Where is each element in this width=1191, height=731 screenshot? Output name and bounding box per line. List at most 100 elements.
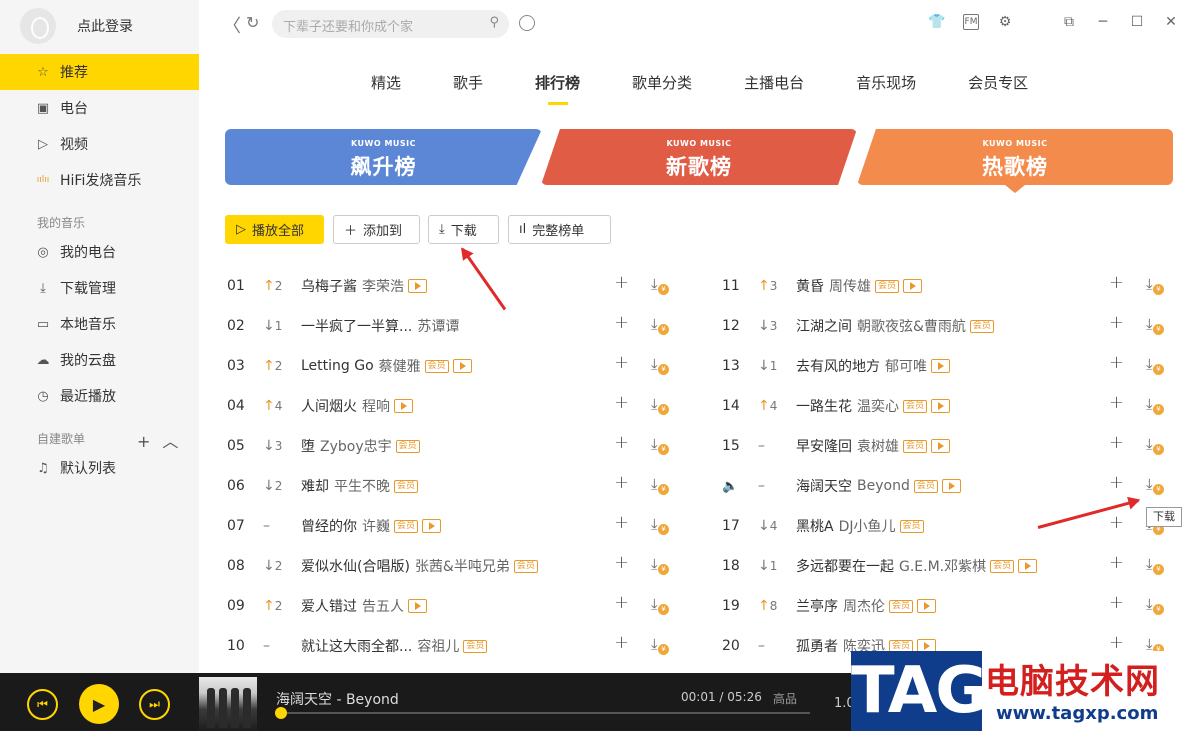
add-song-icon[interactable]: + (1109, 632, 1124, 653)
banner-rising-chart[interactable]: KUWO MUSIC 飙升榜 (225, 129, 542, 185)
tab-2[interactable]: 排行榜 (535, 72, 580, 105)
mv-icon[interactable] (931, 439, 951, 453)
song-title[interactable]: 堕 (301, 436, 315, 456)
back-icon[interactable]: 〈 (223, 12, 241, 38)
mv-icon[interactable] (452, 359, 472, 373)
add-to-button[interactable]: ＋ 添加到 (333, 215, 420, 244)
song-title[interactable]: 孤勇者 (796, 636, 838, 656)
song-row[interactable]: 09 ↑2 爱人错过 告五人 (227, 594, 427, 618)
song-artist[interactable]: 平生不晚 (334, 476, 390, 496)
song-artist[interactable]: 袁树雄 (857, 436, 899, 456)
download-song-icon[interactable]: ⤓ (1146, 395, 1164, 415)
add-playlist-icon[interactable]: + (137, 432, 162, 451)
song-artist[interactable]: 温奕心 (857, 396, 899, 416)
sidebar-item-playlist[interactable]: ♫ 默认列表 (0, 450, 199, 486)
sidebar-item-mic[interactable]: ◎ 我的电台 (0, 234, 199, 270)
maximize-button[interactable]: ☐ (1129, 14, 1145, 30)
song-row[interactable]: 05 ↓3 堕 Zyboy忠宇 会员 (227, 434, 420, 458)
sidebar-item-cloud[interactable]: ☁ 我的云盘 (0, 342, 199, 378)
song-artist[interactable]: 蔡健雅 (379, 356, 421, 376)
song-title[interactable]: 兰亭序 (796, 596, 838, 616)
skin-icon[interactable]: 👕 (928, 14, 945, 30)
mv-icon[interactable] (931, 359, 950, 373)
download-song-icon[interactable]: ⤓ (1146, 355, 1164, 375)
add-song-icon[interactable]: + (1109, 432, 1124, 453)
tab-5[interactable]: 音乐现场 (856, 72, 916, 93)
song-artist[interactable]: Beyond (857, 478, 910, 494)
song-title[interactable]: 黑桃A (796, 516, 834, 536)
song-artist[interactable]: Zyboy忠宇 (320, 436, 392, 456)
song-row[interactable]: 19 ↑8 兰亭序 周杰伦 会员 (722, 594, 937, 618)
avatar[interactable] (20, 8, 56, 44)
song-row[interactable]: 14 ↑4 一路生花 温奕心 会员 (722, 394, 951, 418)
download-song-icon[interactable]: ⤓ (1146, 275, 1164, 295)
collapse-icon[interactable]: ︿ (162, 432, 190, 451)
song-title[interactable]: Letting Go (301, 358, 374, 374)
mv-icon[interactable] (408, 599, 427, 613)
sidebar-item-video[interactable]: ▷ 视频 (0, 126, 199, 162)
add-song-icon[interactable]: + (614, 552, 629, 573)
song-title[interactable]: 黄昏 (796, 276, 824, 296)
mv-icon[interactable] (408, 279, 427, 293)
mv-icon[interactable] (1018, 559, 1038, 573)
download-song-icon[interactable]: ⤓ (651, 475, 669, 495)
minimize-icon[interactable]: ⧉ (1061, 14, 1077, 30)
sidebar-item-clock[interactable]: ◷ 最近播放 (0, 378, 199, 414)
song-row[interactable]: 12 ↓3 江湖之间 朝歌夜弦&曹雨航 会员 (722, 314, 994, 338)
song-title[interactable]: 爱人错过 (301, 596, 357, 616)
song-artist[interactable]: 郁可唯 (885, 356, 927, 376)
song-title[interactable]: 多远都要在一起 (796, 556, 894, 576)
search-input[interactable]: 下辈子还要和你成个家 ⚲ (272, 10, 509, 38)
song-title[interactable]: 难却 (301, 476, 329, 496)
add-song-icon[interactable]: + (1109, 472, 1124, 493)
close-button[interactable]: ✕ (1163, 14, 1179, 30)
song-row[interactable]: 13 ↓1 去有风的地方 郁可唯 (722, 354, 950, 378)
download-song-icon[interactable]: ⤓ (651, 355, 669, 375)
song-row[interactable]: 07 – 曾经的你 许巍 会员 (227, 514, 442, 538)
play-button[interactable]: ▶ (79, 684, 119, 724)
download-song-icon[interactable]: ⤓ (1146, 475, 1164, 495)
song-row[interactable]: 10 – 就让这大雨全都... 容祖儿 会员 (227, 634, 488, 658)
song-title[interactable]: 就让这大雨全都... (301, 636, 412, 656)
song-title[interactable]: 早安隆回 (796, 436, 852, 456)
search-icon[interactable]: ⚲ (489, 15, 499, 30)
banner-new-chart[interactable]: KUWO MUSIC 新歌榜 (541, 129, 857, 185)
song-artist[interactable]: 周杰伦 (843, 596, 885, 616)
song-row[interactable]: 08 ↓2 爱似水仙(合唱版) 张茜&半吨兄弟 会员 (227, 554, 538, 578)
download-song-icon[interactable]: ⤓ (651, 395, 669, 415)
download-song-icon[interactable]: ⤓ (651, 555, 669, 575)
download-song-icon[interactable]: ⤓ (1146, 555, 1164, 575)
mv-icon[interactable] (917, 599, 937, 613)
download-song-icon[interactable]: ⤓ (1146, 315, 1164, 335)
download-song-icon[interactable]: ⤓ (1146, 435, 1164, 455)
song-title[interactable]: 去有风的地方 (796, 356, 880, 376)
mv-icon[interactable] (903, 279, 923, 293)
add-song-icon[interactable]: + (1109, 592, 1124, 613)
song-row[interactable]: 15 – 早安隆回 袁树雄 会员 (722, 434, 951, 458)
download-song-icon[interactable]: ⤓ (651, 595, 669, 615)
song-title[interactable]: 一半疯了一半算... (301, 316, 412, 336)
song-row[interactable]: 🔈 – 海阔天空 Beyond 会员 (722, 474, 961, 498)
refresh-icon[interactable]: ↻ (246, 13, 259, 32)
quality-selector[interactable]: 高品 (773, 690, 797, 707)
song-artist[interactable]: 张茜&半吨兄弟 (415, 556, 510, 576)
mv-icon[interactable] (394, 399, 413, 413)
song-title[interactable]: 乌梅子酱 (301, 276, 357, 296)
login-area[interactable]: 点此登录 (20, 8, 133, 44)
sidebar-item-monitor[interactable]: ▭ 本地音乐 (0, 306, 199, 342)
previous-button[interactable]: ⏮ (27, 689, 58, 720)
progress-track[interactable] (278, 712, 810, 714)
add-song-icon[interactable]: + (1109, 392, 1124, 413)
settings-icon[interactable]: ⚙ (997, 14, 1013, 30)
download-song-icon[interactable]: ⤓ (651, 275, 669, 295)
mini-mode-icon[interactable] (1031, 14, 1043, 30)
song-artist[interactable]: DJ小鱼儿 (839, 516, 896, 536)
add-song-icon[interactable]: + (614, 632, 629, 653)
tab-6[interactable]: 会员专区 (968, 72, 1028, 93)
mv-icon[interactable] (931, 399, 951, 413)
add-song-icon[interactable]: + (614, 592, 629, 613)
tab-4[interactable]: 主播电台 (744, 72, 804, 93)
song-title[interactable]: 人间烟火 (301, 396, 357, 416)
add-song-icon[interactable]: + (1109, 312, 1124, 333)
song-title[interactable]: 曾经的你 (301, 516, 357, 536)
